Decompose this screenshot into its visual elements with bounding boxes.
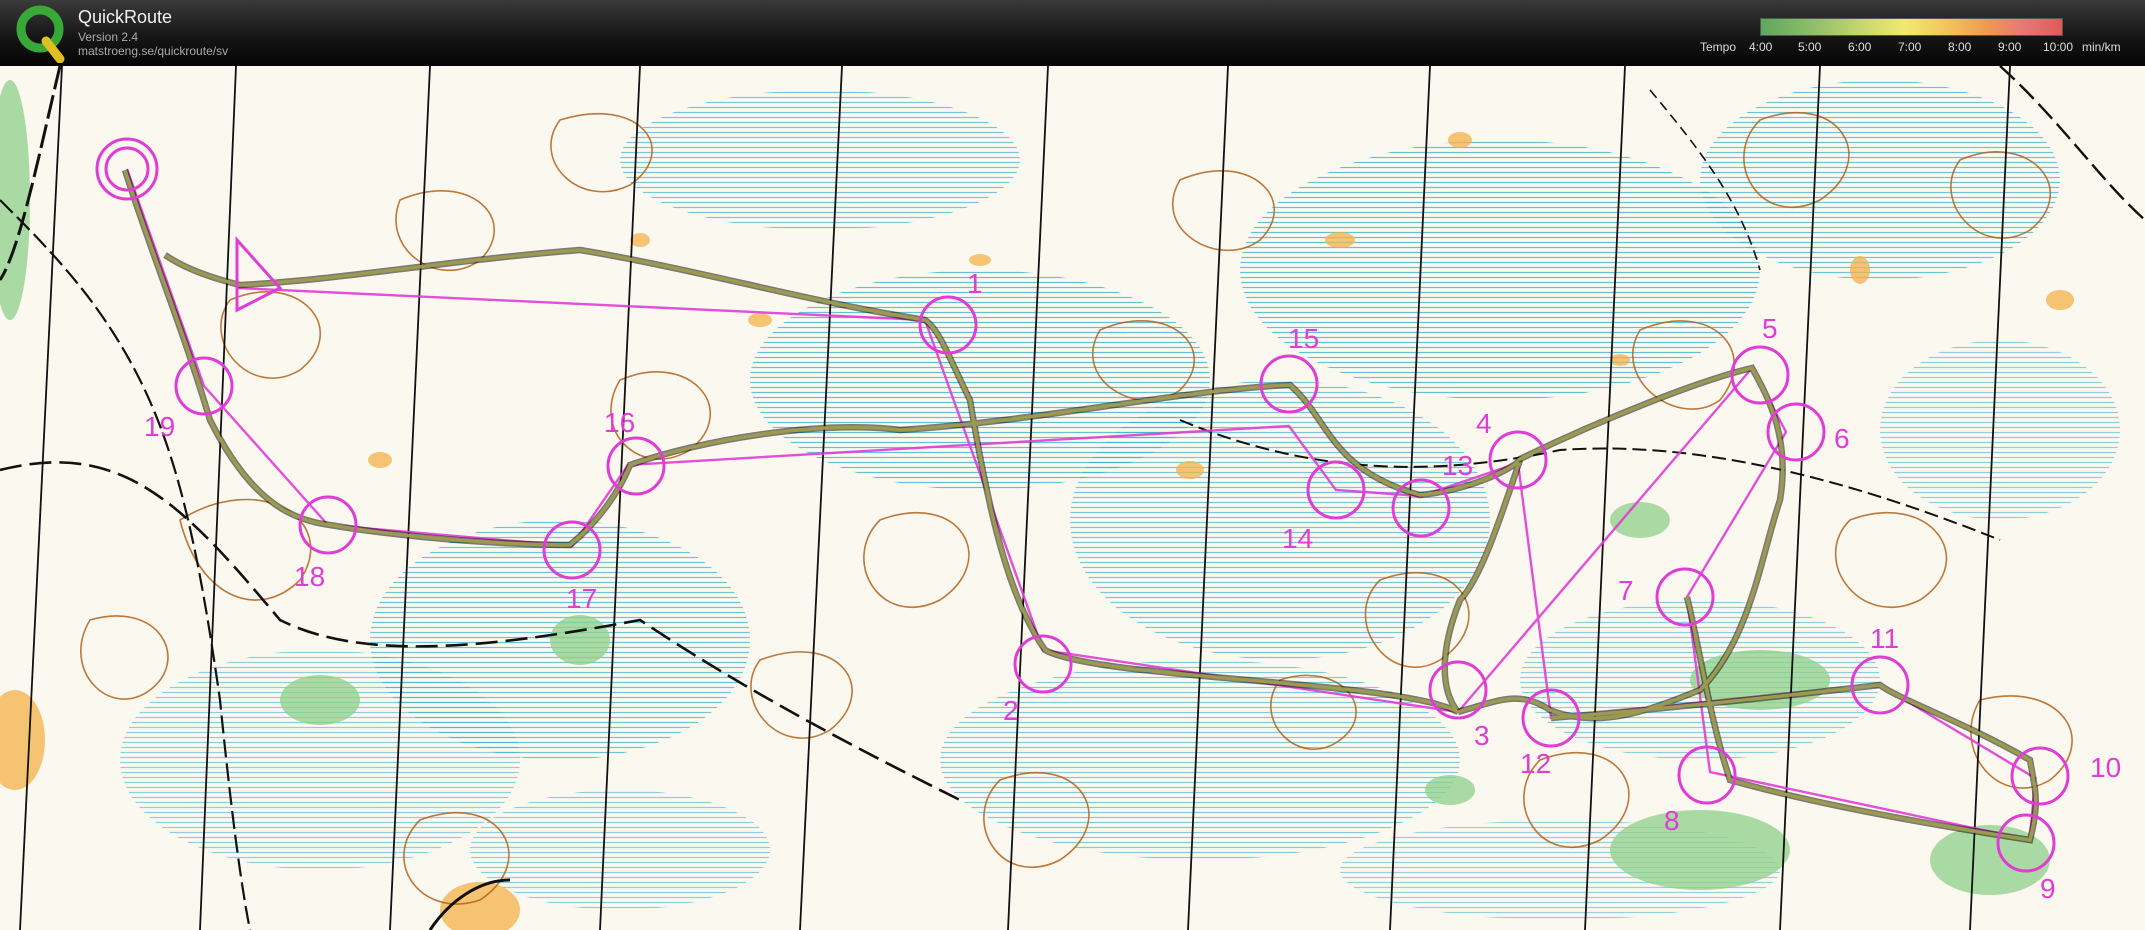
app-url: matstroeng.se/quickroute/sv (78, 44, 229, 58)
legend-unit: min/km (2082, 40, 2121, 54)
control-number: 3 (1474, 720, 1490, 751)
control-number: 13 (1442, 450, 1473, 481)
control-number: 8 (1664, 805, 1680, 836)
legend-tick: 9:00 (1998, 40, 2022, 54)
control-number: 18 (294, 561, 325, 592)
legend-label: Tempo (1700, 40, 1737, 54)
control-number: 19 (144, 411, 175, 442)
pace-color-scale (1760, 18, 2063, 36)
control-number: 7 (1618, 575, 1634, 606)
legend-tick: 4:00 (1749, 40, 1773, 54)
control-number: 15 (1288, 323, 1319, 354)
control-number: 14 (1282, 523, 1313, 554)
legend-tick: 6:00 (1848, 40, 1872, 54)
legend-tick: 10:00 (2043, 40, 2074, 54)
control-number: 17 (566, 583, 597, 614)
legend-tick: 8:00 (1948, 40, 1972, 54)
control-number: 10 (2090, 752, 2121, 783)
control-number: 2 (1003, 695, 1019, 726)
control-number: 6 (1834, 423, 1850, 454)
control-number: 4 (1476, 408, 1492, 439)
orienteering-map[interactable]: 1 2 3 4 5 6 7 8 9 10 11 12 13 14 15 16 1… (0, 66, 2145, 930)
control-number: 16 (604, 407, 635, 438)
control-number: 11 (1870, 623, 1899, 654)
control-number: 1 (967, 268, 983, 299)
quickroute-logo-icon (16, 5, 65, 63)
control-number: 9 (2040, 873, 2056, 904)
app-title: QuickRoute (78, 7, 173, 27)
app-header: QuickRoute Version 2.4 matstroeng.se/qui… (0, 0, 2145, 66)
app-version: Version 2.4 (78, 30, 139, 44)
legend-tick: 7:00 (1898, 40, 1922, 54)
legend-tick: 5:00 (1798, 40, 1822, 54)
control-number: 5 (1762, 313, 1778, 344)
control-number: 12 (1520, 748, 1551, 779)
